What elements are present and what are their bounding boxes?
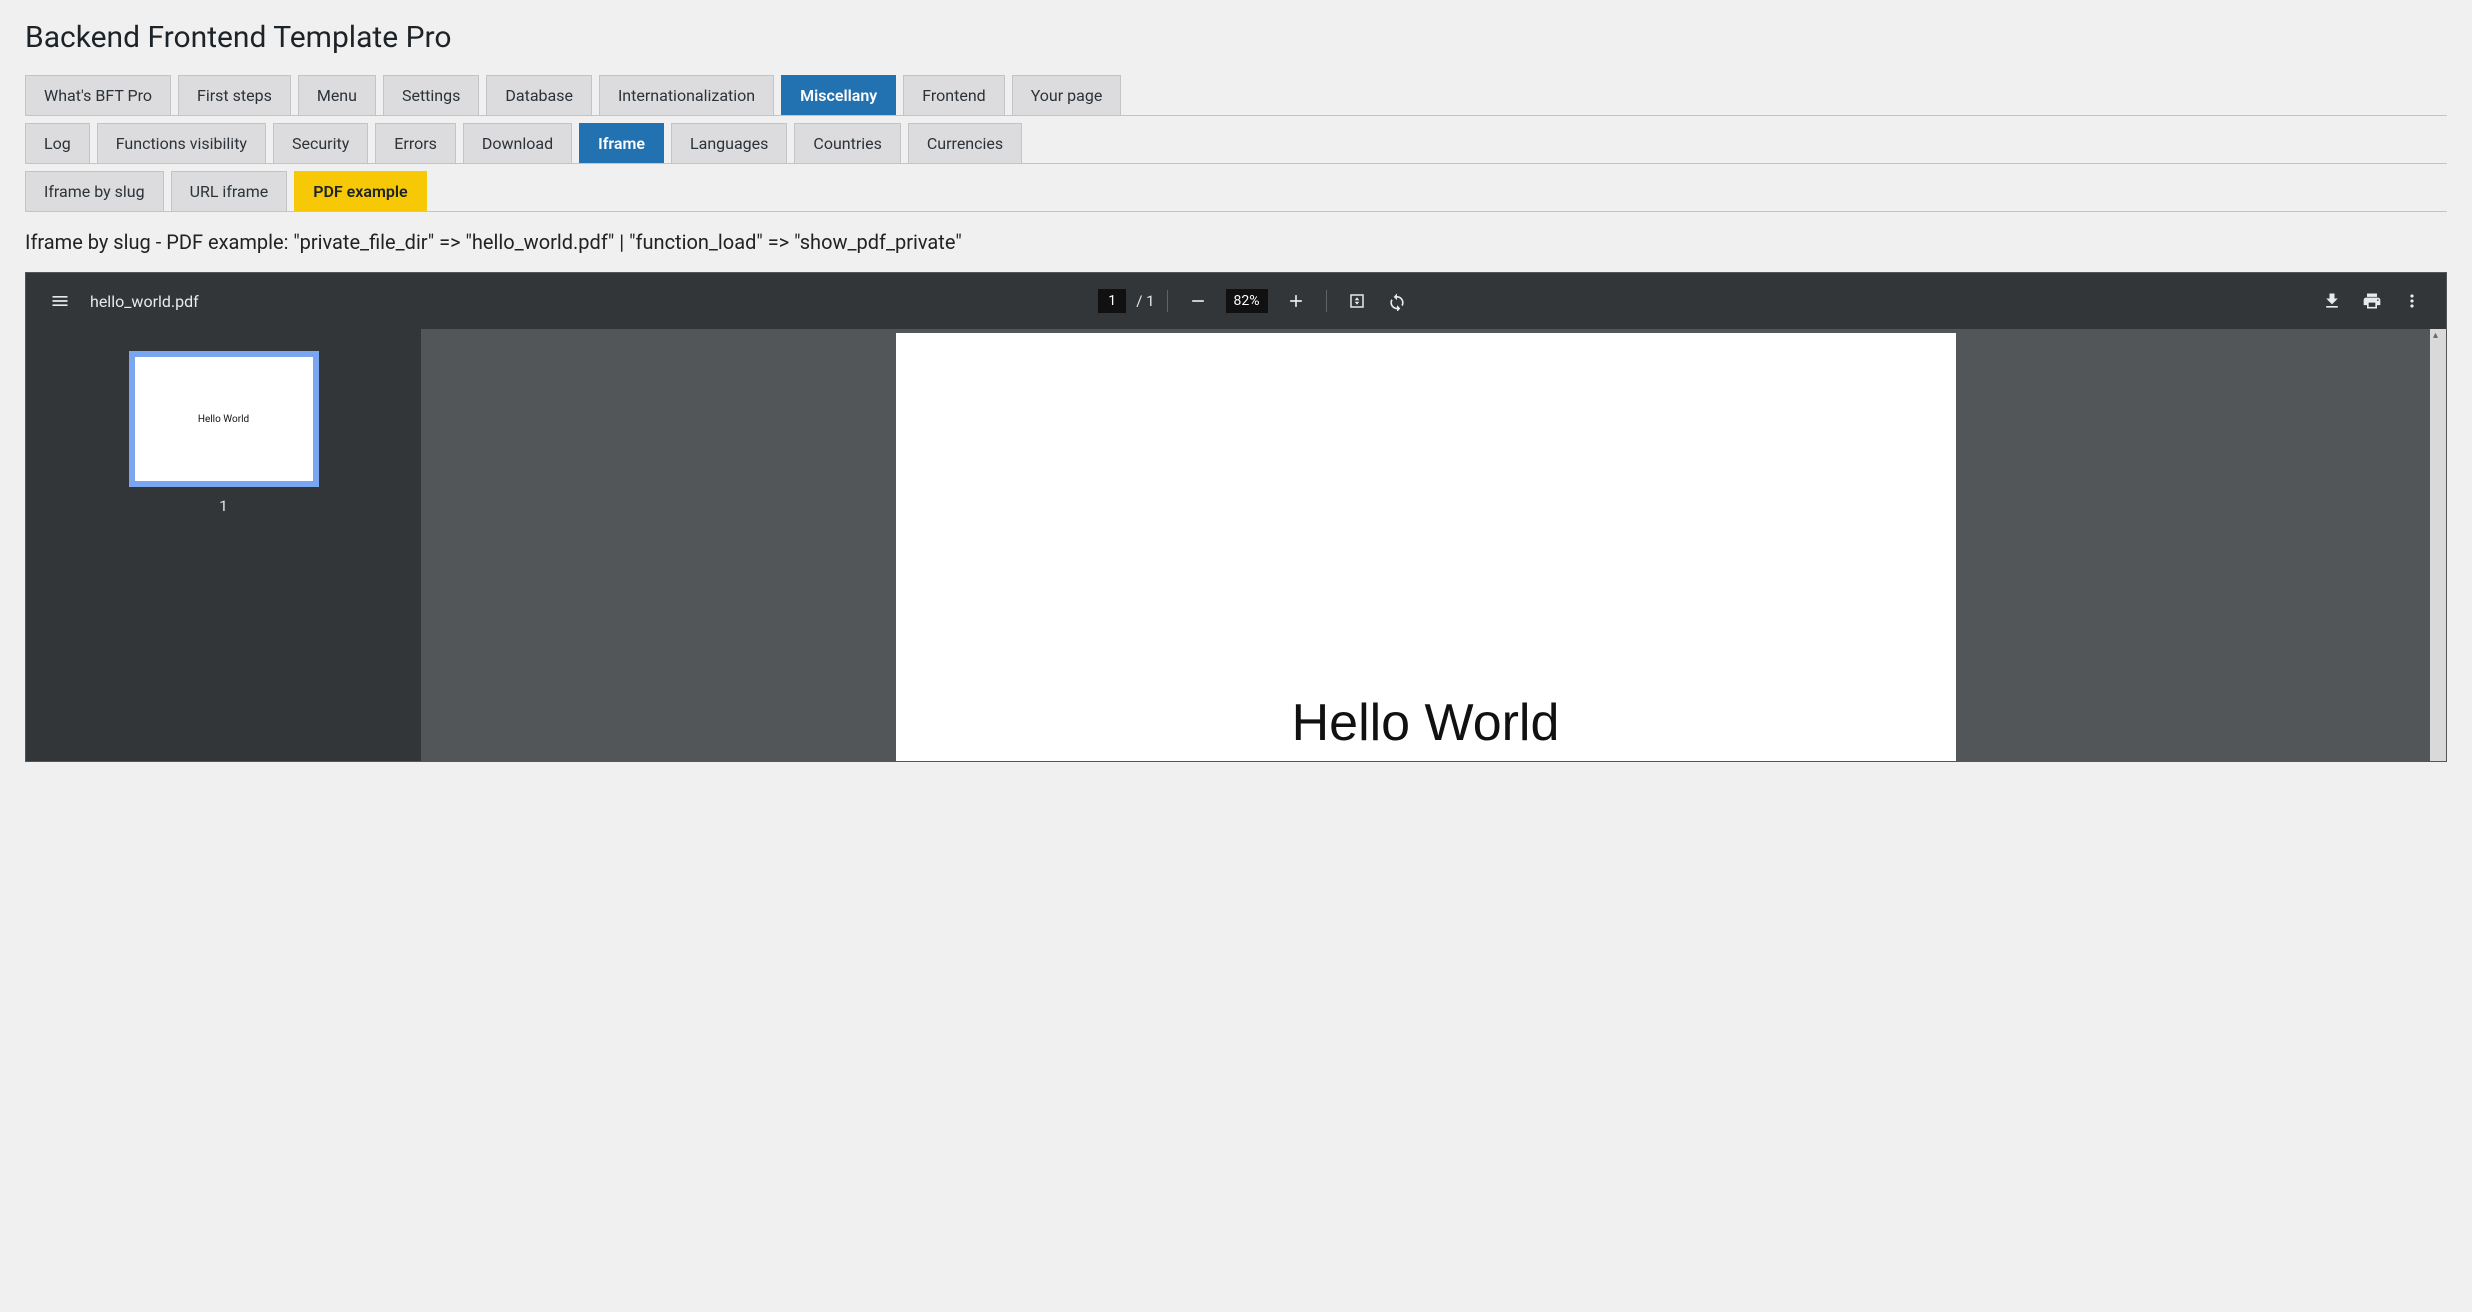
tab-currencies[interactable]: Currencies (908, 123, 1022, 163)
pdf-total-pages: / 1 (1136, 292, 1154, 310)
tab-first-steps[interactable]: First steps (178, 75, 291, 115)
pdf-page: Hello World (896, 333, 1956, 761)
menu-icon[interactable] (42, 283, 78, 319)
separator (1326, 290, 1327, 312)
tab-database[interactable]: Database (486, 75, 592, 115)
tab-frontend[interactable]: Frontend (903, 75, 1004, 115)
tabs-main: What's BFT ProFirst stepsMenuSettingsDat… (25, 75, 2447, 116)
subtitle-text: Iframe by slug - PDF example: "private_f… (25, 230, 2447, 254)
tab-iframe[interactable]: Iframe (579, 123, 664, 163)
tab-your-page[interactable]: Your page (1012, 75, 1122, 115)
tab-what-s-bft-pro[interactable]: What's BFT Pro (25, 75, 171, 115)
pdf-toolbar: hello_world.pdf 1 / 1 82% (26, 273, 2446, 329)
tab-internationalization[interactable]: Internationalization (599, 75, 774, 115)
tab-security[interactable]: Security (273, 123, 368, 163)
pdf-thumbnail-1[interactable]: Hello World (129, 351, 319, 487)
tab-errors[interactable]: Errors (375, 123, 456, 163)
pdf-filename: hello_world.pdf (90, 292, 199, 311)
tab-iframe-by-slug[interactable]: Iframe by slug (25, 171, 164, 211)
tab-download[interactable]: Download (463, 123, 572, 163)
tab-miscellany[interactable]: Miscellany (781, 75, 896, 115)
thumbnail-number: 1 (219, 497, 227, 515)
zoom-in-button[interactable] (1278, 283, 1314, 319)
pdf-current-page[interactable]: 1 (1098, 289, 1126, 313)
tab-languages[interactable]: Languages (671, 123, 787, 163)
download-button[interactable] (2314, 283, 2350, 319)
pdf-viewer: hello_world.pdf 1 / 1 82% (25, 272, 2447, 762)
pdf-zoom-level[interactable]: 82% (1226, 289, 1268, 313)
tabs-sub: LogFunctions visibilitySecurityErrorsDow… (25, 123, 2447, 164)
pdf-scrollbar[interactable] (2430, 329, 2446, 761)
fit-page-button[interactable] (1339, 283, 1375, 319)
pdf-body: Hello World 1 Hello World (26, 329, 2446, 761)
tab-pdf-example[interactable]: PDF example (294, 171, 426, 211)
tab-url-iframe[interactable]: URL iframe (171, 171, 288, 211)
print-button[interactable] (2354, 283, 2390, 319)
pdf-thumbnail-sidebar: Hello World 1 (26, 329, 421, 761)
tab-settings[interactable]: Settings (383, 75, 479, 115)
pdf-page-content: Hello World (1292, 693, 1560, 753)
tab-log[interactable]: Log (25, 123, 90, 163)
pdf-main-pane[interactable]: Hello World (421, 329, 2430, 761)
tab-countries[interactable]: Countries (794, 123, 900, 163)
tab-menu[interactable]: Menu (298, 75, 376, 115)
page-title: Backend Frontend Template Pro (25, 20, 2447, 55)
rotate-button[interactable] (1379, 283, 1415, 319)
separator (1167, 290, 1168, 312)
tabs-third: Iframe by slugURL iframePDF example (25, 171, 2447, 212)
more-icon[interactable] (2394, 283, 2430, 319)
tab-functions-visibility[interactable]: Functions visibility (97, 123, 266, 163)
zoom-out-button[interactable] (1180, 283, 1216, 319)
thumbnail-text: Hello World (198, 414, 249, 425)
